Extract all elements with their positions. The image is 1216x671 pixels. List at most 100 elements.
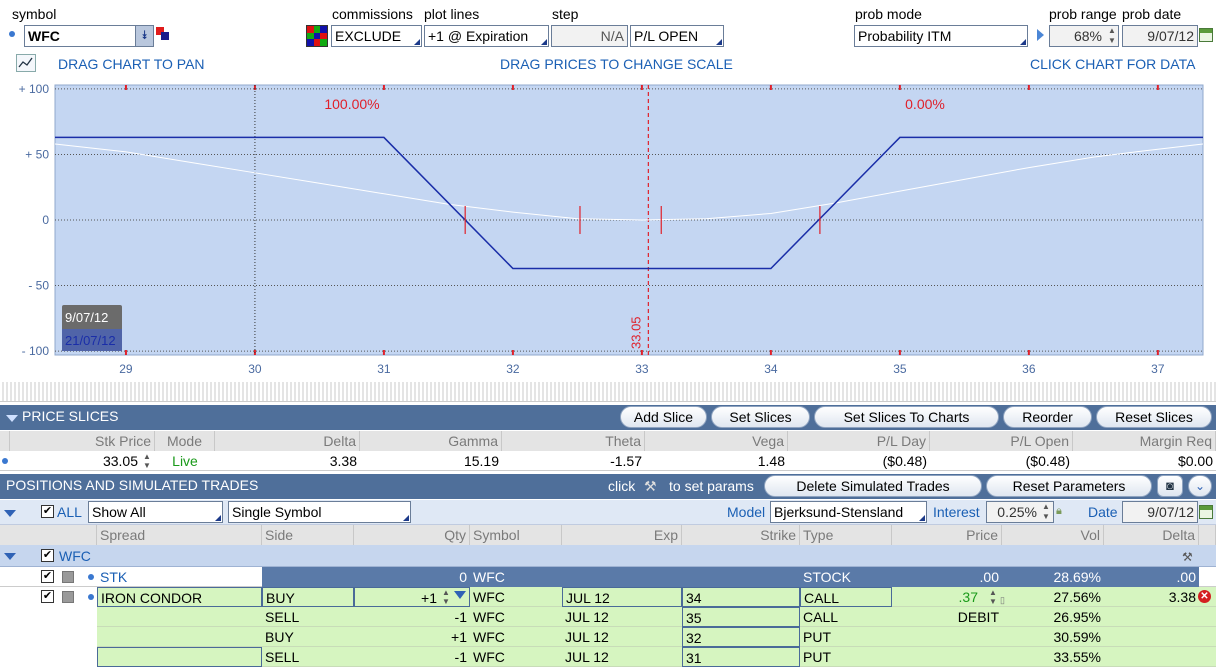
col-delta[interactable]: Delta xyxy=(1104,525,1199,545)
leg-price[interactable]: .37 xyxy=(892,587,1002,607)
prob-range-stepper[interactable]: ▲ ▼ xyxy=(1106,26,1118,46)
leg-type[interactable]: PUT xyxy=(800,627,892,647)
leg-strike[interactable]: 35 xyxy=(682,607,800,627)
leg-row[interactable]: ✔ IRON CONDOR BUY +1 ▲ ▼ WFC JUL 12 34 CALL .37 ▲ ▼ ▯… xyxy=(0,587,1216,607)
expand-down-icon[interactable]: ⌄ xyxy=(1188,475,1212,497)
leg-spread[interactable] xyxy=(97,627,262,647)
pl-mode-select[interactable]: P/L OPEN xyxy=(630,25,724,47)
leg-side[interactable]: BUY xyxy=(262,587,354,607)
col-spread[interactable]: Spread xyxy=(97,525,262,545)
col-vol[interactable]: Vol xyxy=(1002,525,1104,545)
plot-lines-select[interactable]: +1 @ Expiration xyxy=(424,25,549,47)
col-theta[interactable]: Theta xyxy=(502,431,645,451)
col-exp[interactable]: Exp xyxy=(562,525,682,545)
group-checkbox[interactable]: ✔ xyxy=(41,549,54,562)
group-settings-icon[interactable]: ⚒ xyxy=(1182,547,1193,567)
stk-color-swatch[interactable] xyxy=(62,571,74,583)
lock-icon[interactable]: 🔒︎ xyxy=(1056,505,1062,518)
expand-arrow-icon[interactable] xyxy=(1037,29,1044,41)
leg-qty[interactable]: -1 xyxy=(354,607,470,627)
col-symbol[interactable]: Symbol xyxy=(470,525,562,545)
col-side[interactable]: Side xyxy=(262,525,354,545)
commissions-grid-icon[interactable] xyxy=(306,25,328,47)
view-mode-select[interactable]: Single Symbol xyxy=(228,501,411,523)
leg-row[interactable]: SELL -1 WFC JUL 12 31 PUT 33.55% xyxy=(0,647,1216,667)
set-slices-to-charts-button[interactable]: Set Slices To Charts xyxy=(814,406,999,428)
interest-stepper[interactable]: ▲ ▼ xyxy=(1040,502,1052,522)
leg-spread[interactable] xyxy=(97,607,262,627)
leg-strike[interactable]: 32 xyxy=(682,627,800,647)
collapse-icon[interactable] xyxy=(6,415,18,422)
camera-icon[interactable]: ◙ xyxy=(1157,475,1183,497)
symbol-dropdown-icon[interactable]: ⯯ xyxy=(135,26,153,46)
group-row[interactable]: ✔ WFC ⚒ xyxy=(0,545,1216,567)
model-select[interactable]: Bjerksund-Stensland xyxy=(770,501,927,523)
price-stepper[interactable]: ▲ ▼ xyxy=(988,588,998,606)
leg-strike[interactable]: 34 xyxy=(682,587,800,607)
leg-strike[interactable]: 31 xyxy=(682,647,800,667)
show-filter-select[interactable]: Show All xyxy=(88,501,223,523)
leg-checkbox[interactable]: ✔ xyxy=(41,590,54,603)
col-vega[interactable]: Vega xyxy=(645,431,788,451)
leg-row[interactable]: BUY +1 WFC JUL 12 32 PUT 30.59% xyxy=(0,627,1216,647)
leg-exp[interactable]: JUL 12 xyxy=(562,607,682,627)
reorder-button[interactable]: Reorder xyxy=(1003,406,1092,428)
col-margin-req[interactable]: Margin Req xyxy=(1073,431,1216,451)
leg-type[interactable]: CALL xyxy=(800,607,892,627)
slice-stk-price[interactable]: 33.05 xyxy=(10,451,141,471)
calendar-icon[interactable] xyxy=(1199,28,1213,42)
leg-qty[interactable]: +1 xyxy=(354,627,470,647)
collapse-all-icon[interactable] xyxy=(4,510,16,517)
leg-spread[interactable]: IRON CONDOR xyxy=(97,587,262,607)
col-stk-price[interactable]: Stk Price xyxy=(10,431,155,451)
step-input[interactable]: N/A xyxy=(551,25,628,47)
leg-side[interactable]: SELL xyxy=(262,647,354,667)
col-price[interactable]: Price xyxy=(892,525,1002,545)
prob-mode-select[interactable]: Probability ITM xyxy=(854,25,1028,47)
stock-row[interactable]: ✔ STK 0 WFC STOCK .00 28.69% .00 xyxy=(0,567,1216,587)
leg-exp[interactable]: JUL 12 xyxy=(562,587,682,607)
col-mode[interactable]: Mode xyxy=(155,431,215,451)
chart-type-icon[interactable] xyxy=(16,54,36,72)
col-type[interactable]: Type xyxy=(800,525,892,545)
stk-qty[interactable]: 0 xyxy=(354,567,470,587)
select-all-checkbox[interactable]: ✔ xyxy=(41,505,54,518)
leg-color-swatch[interactable] xyxy=(62,591,74,603)
stk-price-stepper[interactable]: ▲ ▼ xyxy=(141,452,153,470)
leg-type[interactable]: CALL xyxy=(800,587,892,607)
add-slice-button[interactable]: Add Slice xyxy=(620,406,707,428)
leg-qty[interactable]: -1 xyxy=(354,647,470,667)
col-pl-day[interactable]: P/L Day xyxy=(788,431,930,451)
date-input[interactable]: 9/07/12 xyxy=(1122,501,1198,523)
leg-side[interactable]: BUY xyxy=(262,627,354,647)
leg-exp[interactable]: JUL 12 xyxy=(562,627,682,647)
reset-parameters-button[interactable]: Reset Parameters xyxy=(986,475,1152,497)
col-gamma[interactable]: Gamma xyxy=(360,431,502,451)
price-slice-row[interactable]: 33.05 ▲ ▼ Live 3.38 15.19 -1.57 1.48 ($0.… xyxy=(0,451,1216,471)
stk-checkbox[interactable]: ✔ xyxy=(41,570,54,583)
leg-qty[interactable]: +1 xyxy=(354,587,470,607)
qty-stepper[interactable]: ▲ ▼ xyxy=(440,588,452,606)
commissions-select[interactable]: EXCLUDE xyxy=(331,25,422,47)
risk-profile-chart[interactable]: + 100 + 50 0 - 50 - 100 29 30 31 32 33 34 35 36 37 33.… xyxy=(0,78,1216,380)
leg-row[interactable]: SELL -1 WFC JUL 12 35 CALL DEBIT 26.95% xyxy=(0,607,1216,627)
delete-simulated-trades-button[interactable]: Delete Simulated Trades xyxy=(764,475,982,497)
group-collapse-icon[interactable] xyxy=(4,553,16,560)
leg-spread[interactable] xyxy=(97,647,262,667)
remove-leg-icon[interactable]: ✕ xyxy=(1198,590,1211,603)
chart-splitter[interactable] xyxy=(0,382,1216,402)
leg-exp[interactable]: JUL 12 xyxy=(562,647,682,667)
leg-type[interactable]: PUT xyxy=(800,647,892,667)
date-calendar-icon[interactable] xyxy=(1199,505,1213,519)
symbol-link-icon[interactable] xyxy=(156,27,170,41)
prob-date-input[interactable]: 9/07/12 xyxy=(1122,25,1198,47)
leg-side[interactable]: SELL xyxy=(262,607,354,627)
col-delta[interactable]: Delta xyxy=(215,431,360,451)
col-strike[interactable]: Strike xyxy=(682,525,800,545)
qty-dropdown-icon[interactable] xyxy=(454,591,466,599)
slice-mode[interactable]: Live xyxy=(155,451,215,471)
reset-slices-button[interactable]: Reset Slices xyxy=(1096,406,1212,428)
set-slices-button[interactable]: Set Slices xyxy=(711,406,810,428)
col-qty[interactable]: Qty xyxy=(354,525,470,545)
col-pl-open[interactable]: P/L Open xyxy=(930,431,1073,451)
